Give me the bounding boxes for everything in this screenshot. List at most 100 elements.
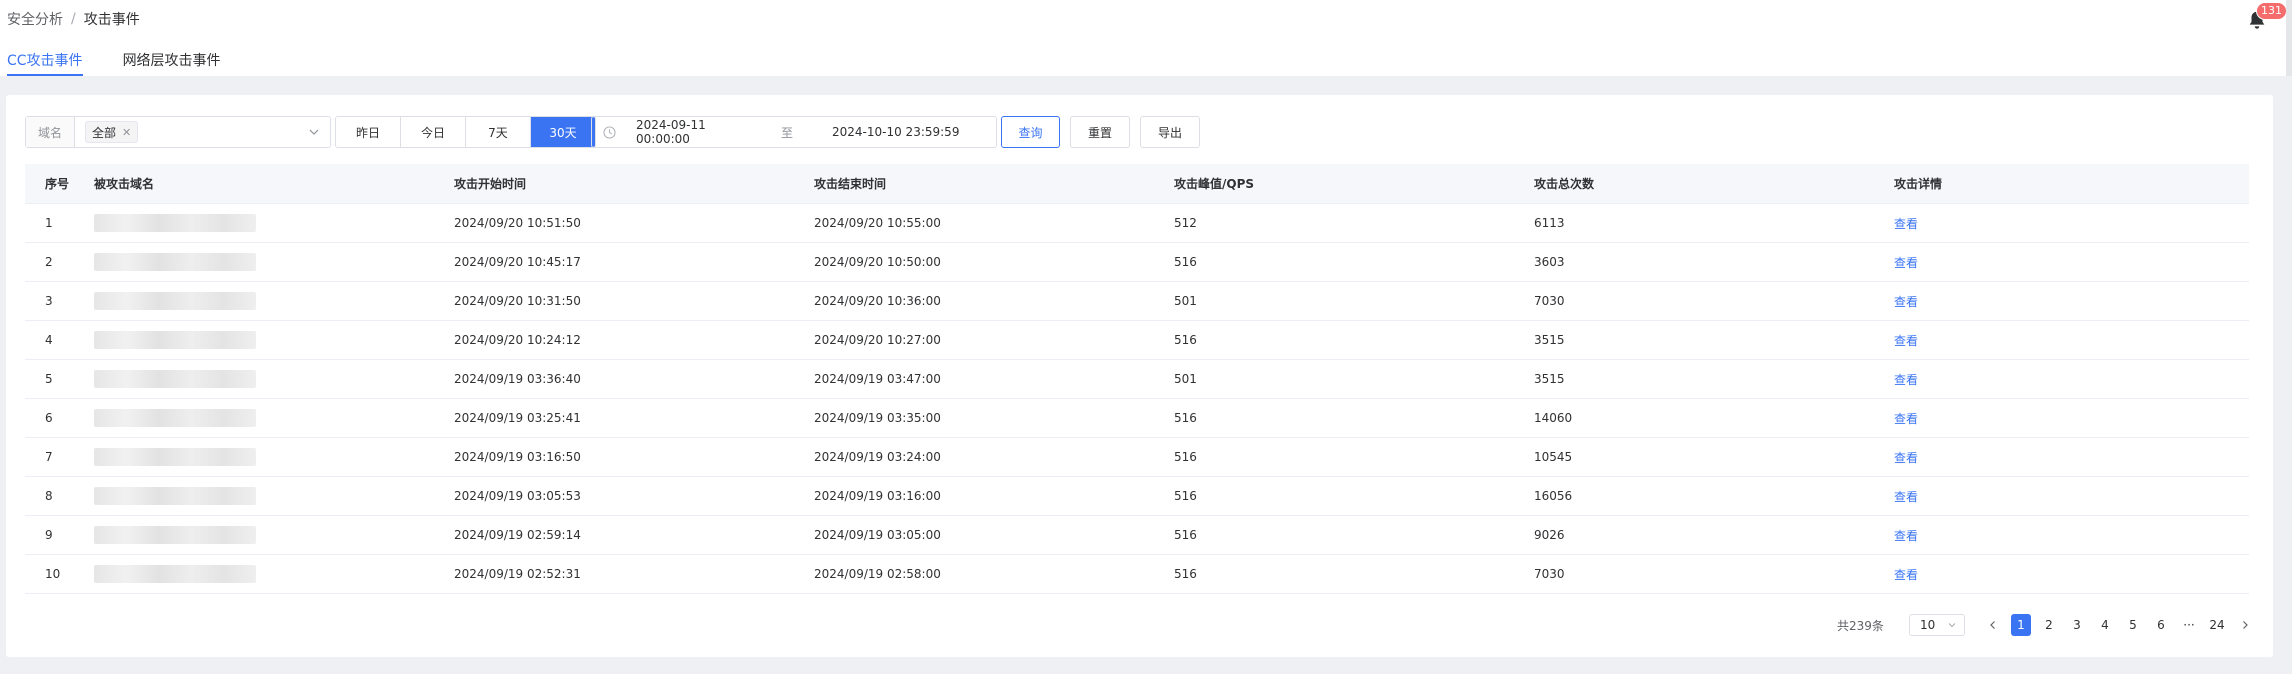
pagination: 1 2 3 4 5 6 ··· 24 [1979,614,2259,636]
page-number[interactable]: 24 [2203,614,2231,636]
page-number[interactable]: 6 [2147,614,2175,636]
cell-end-time: 2024/09/20 10:55:00 [814,216,941,230]
table-row: 1 2024/09/20 10:51:50 2024/09/20 10:55:00 5… [25,204,2249,243]
cell-domain [74,409,434,427]
range-7days-button[interactable]: 7天 [466,117,531,147]
redacted-domain [94,526,256,544]
attack-events-table: 序号 被攻击域名 攻击开始时间 攻击结束时间 攻击峰值/QPS 攻击总次数 攻击… [25,164,2249,594]
breadcrumb-parent[interactable]: 安全分析 [7,9,63,29]
range-yesterday-button[interactable]: 昨日 [336,117,401,147]
close-icon[interactable]: ✕ [122,126,131,139]
tab-cc-attack[interactable]: CC攻击事件 [7,50,83,76]
domain-select[interactable]: 域名 全部 ✕ [25,116,331,148]
cell-detail: 查看 [1874,566,2249,583]
cell-end-time: 2024/09/19 03:35:00 [814,411,941,425]
view-detail-link[interactable]: 查看 [1894,256,1918,270]
breadcrumb: 安全分析 / 攻击事件 [7,9,140,29]
cell-start-time: 2024/09/20 10:24:12 [454,333,581,347]
tab-bar: CC攻击事件 网络层攻击事件 [7,50,221,76]
cell-index: 2 [45,255,53,269]
page-number[interactable]: 4 [2091,614,2119,636]
breadcrumb-separator: / [71,11,76,27]
query-button[interactable]: 查询 [1001,116,1060,148]
cell-peak-qps: 516 [1174,255,1197,269]
cell-end-time: 2024/09/19 03:47:00 [814,372,941,386]
pagination-total: 共239条 [1837,618,1884,633]
header-end-time: 攻击结束时间 [814,177,887,191]
cell-end-time: 2024/09/20 10:50:00 [814,255,941,269]
cell-domain [74,448,434,466]
domain-tag: 全部 ✕ [85,121,139,143]
view-detail-link[interactable]: 查看 [1894,295,1918,309]
quick-range-group: 昨日 今日 7天 30天 [335,116,596,148]
table-row: 8 2024/09/19 03:05:53 2024/09/19 03:16:00 5… [25,477,2249,516]
view-detail-link[interactable]: 查看 [1894,334,1918,348]
cell-end-time: 2024/09/20 10:27:00 [814,333,941,347]
content-card: 域名 全部 ✕ 昨日 今日 7天 30天 2024-09-11 00:00:00… [6,95,2273,657]
next-page-button[interactable] [2231,614,2259,636]
view-detail-link[interactable]: 查看 [1894,490,1918,504]
cell-start-time: 2024/09/19 03:05:53 [454,489,581,503]
header-domain: 被攻击域名 [94,177,155,191]
page-number[interactable]: 1 [2011,614,2031,636]
cell-domain [74,487,434,505]
cell-end-time: 2024/09/19 02:58:00 [814,567,941,581]
cell-index: 6 [45,411,53,425]
cell-total: 3603 [1534,255,1565,269]
view-detail-link[interactable]: 查看 [1894,529,1918,543]
cell-start-time: 2024/09/19 02:59:14 [454,528,581,542]
view-detail-link[interactable]: 查看 [1894,568,1918,582]
cell-total: 10545 [1534,450,1573,464]
domain-tag-label: 全部 [92,125,117,140]
cell-start-time: 2024/09/19 03:16:50 [454,450,581,464]
tab-network-attack[interactable]: 网络层攻击事件 [123,50,221,76]
redacted-domain [94,487,256,505]
header-detail: 攻击详情 [1894,177,1943,191]
page-number[interactable]: 2 [2035,614,2063,636]
range-today-button[interactable]: 今日 [401,117,466,147]
view-detail-link[interactable]: 查看 [1894,373,1918,387]
end-time-input[interactable]: 2024-10-10 23:59:59 [832,125,959,139]
page-number[interactable]: 3 [2063,614,2091,636]
view-detail-link[interactable]: 查看 [1894,451,1918,465]
chevron-down-icon[interactable] [308,126,320,138]
breadcrumb-current: 攻击事件 [83,12,140,28]
cell-peak-qps: 516 [1174,411,1197,425]
cell-peak-qps: 501 [1174,294,1197,308]
table-row: 10 2024/09/19 02:52:31 2024/09/19 02:58:00… [25,555,2249,594]
reset-button[interactable]: 重置 [1070,116,1130,148]
cell-total: 16056 [1534,489,1573,503]
cell-total: 14060 [1534,411,1573,425]
cell-detail: 查看 [1874,488,2249,505]
prev-page-button[interactable] [1979,614,2007,636]
chevron-right-icon [2243,621,2248,629]
page-number[interactable]: 5 [2119,614,2147,636]
cell-detail: 查看 [1874,332,2249,349]
range-separator: 至 [780,125,793,140]
chevron-left-icon [1990,621,1995,629]
table-row: 7 2024/09/19 03:16:50 2024/09/19 03:24:00 5… [25,438,2249,477]
date-range-picker[interactable]: 2024-09-11 00:00:00 至 2024-10-10 23:59:5… [591,116,997,148]
page-ellipsis[interactable]: ··· [2175,614,2203,636]
view-detail-link[interactable]: 查看 [1894,412,1918,426]
cell-detail: 查看 [1874,410,2249,427]
redacted-domain [94,292,256,310]
cell-end-time: 2024/09/19 03:16:00 [814,489,941,503]
scrollbar[interactable] [2286,0,2292,76]
redacted-domain [94,253,256,271]
range-30days-button[interactable]: 30天 [531,117,595,147]
cell-index: 9 [45,528,53,542]
cell-end-time: 2024/09/20 10:36:00 [814,294,941,308]
redacted-domain [94,409,256,427]
view-detail-link[interactable]: 查看 [1894,217,1918,231]
cell-peak-qps: 516 [1174,489,1197,503]
cell-peak-qps: 501 [1174,372,1197,386]
notification-badge: 131 [2256,2,2287,20]
export-button[interactable]: 导出 [1140,116,1200,148]
start-time-input[interactable]: 2024-09-11 00:00:00 [636,118,760,146]
redacted-domain [94,331,256,349]
table-row: 6 2024/09/19 03:25:41 2024/09/19 03:35:00 5… [25,399,2249,438]
page-size-select[interactable]: 10 [1909,614,1965,636]
table-header: 序号 被攻击域名 攻击开始时间 攻击结束时间 攻击峰值/QPS 攻击总次数 攻击… [25,164,2249,204]
cell-start-time: 2024/09/20 10:51:50 [454,216,581,230]
